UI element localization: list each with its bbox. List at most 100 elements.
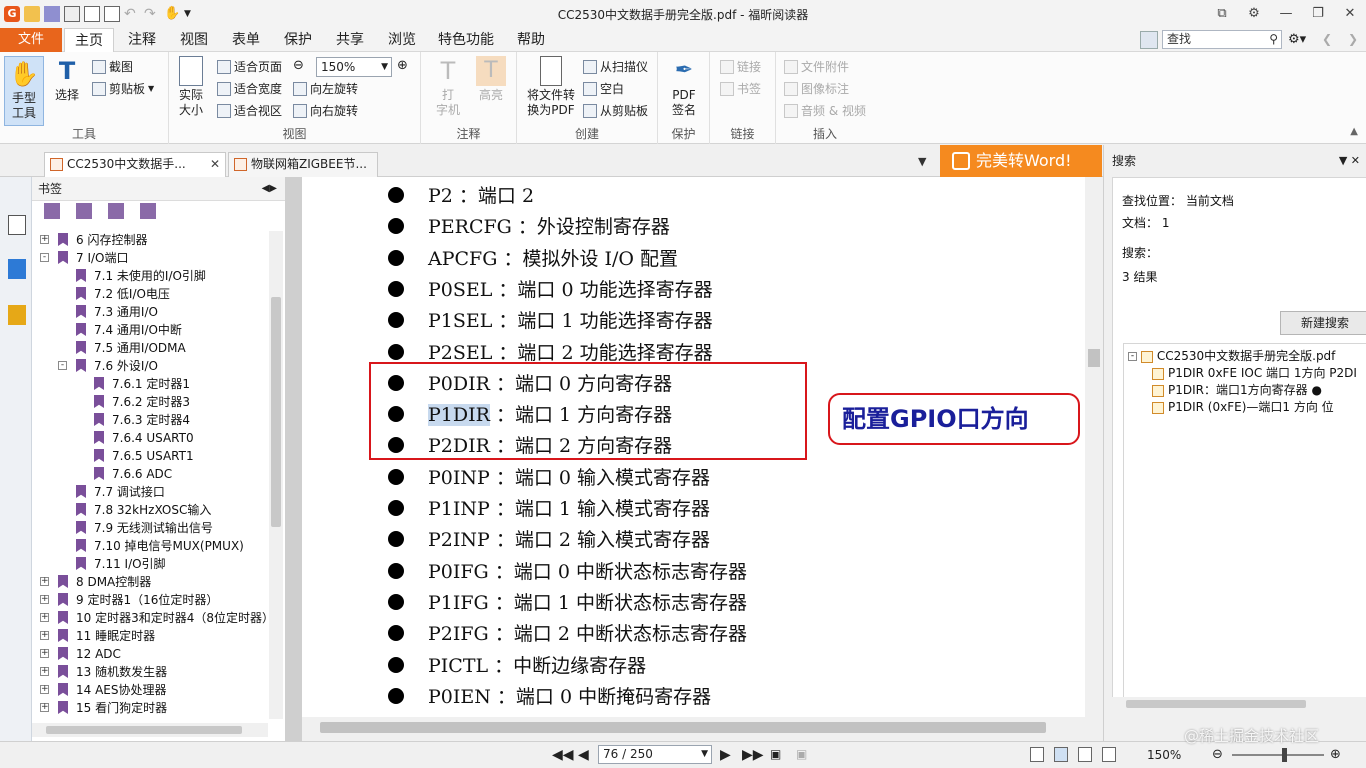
search-horizontal-scrollbar[interactable] (1112, 697, 1366, 711)
scroll-thumb[interactable] (46, 726, 242, 734)
zoom-out-icon[interactable]: ⊖ (293, 58, 304, 73)
actual-size-button[interactable]: 实际 大小 (173, 56, 209, 118)
bookmarks-panel-icon[interactable] (8, 215, 26, 235)
single-page-view-icon[interactable] (1030, 747, 1044, 762)
bookmark-item[interactable]: 7.6.2 定时器3 (32, 393, 268, 411)
tab-share[interactable]: 共享 (326, 28, 374, 52)
scroll-thumb[interactable] (1126, 700, 1306, 708)
scroll-thumb[interactable] (271, 297, 281, 527)
previous-view-icon[interactable]: ▣ (770, 747, 781, 761)
bookmark-item[interactable]: 7.6.3 定时器4 (32, 411, 268, 429)
expand-toggle-icon[interactable]: + (40, 649, 49, 658)
from-clipboard-button[interactable]: 从剪贴板 (583, 102, 648, 120)
zoom-slider[interactable] (1232, 748, 1324, 762)
restore-icon[interactable]: ⧉ (1206, 0, 1238, 28)
continuous-facing-view-icon[interactable] (1102, 747, 1116, 762)
print-icon[interactable] (64, 6, 80, 22)
snapshot-button[interactable]: 截图 (92, 58, 133, 76)
bookmark-item[interactable]: +14 AES协处理器 (32, 681, 268, 699)
goto-bookmark-icon[interactable] (108, 203, 124, 219)
collapse-ribbon-icon[interactable]: ▲ (1350, 126, 1358, 137)
bookmark-item[interactable]: +8 DMA控制器 (32, 573, 268, 591)
nav-back-icon[interactable]: ❮ (1322, 32, 1332, 46)
settings-icon[interactable]: ⚙ (1238, 0, 1270, 28)
image-annotation-button[interactable]: 图像标注 (784, 80, 849, 98)
doc-tab-zigbee[interactable]: 物联网箱ZIGBEE节... (228, 152, 378, 177)
from-scanner-button[interactable]: 从扫描仪 (583, 58, 648, 76)
hand-tool-small-icon[interactable]: ✋ (164, 6, 180, 22)
zoom-out-icon[interactable]: ⊖ (1212, 747, 1223, 762)
bookmark-item[interactable]: +10 定时器3和定时器4（8位定时器） (32, 609, 268, 627)
expand-toggle-icon[interactable]: + (40, 577, 49, 586)
doc-tab-cc2530[interactable]: CC2530中文数据手... ✕ (44, 152, 226, 177)
file-menu-button[interactable]: 文件 (0, 28, 62, 52)
tabs-dropdown-icon[interactable]: ▼ (918, 155, 926, 168)
page-number-input[interactable]: 76 / 250 ▼ (598, 745, 712, 764)
bookmark-vertical-scrollbar[interactable] (269, 231, 283, 719)
customize-toolbar-icon[interactable]: ▼ (184, 9, 191, 19)
bookmark-item[interactable]: +15 看门狗定时器 (32, 699, 268, 717)
collapse-toggle-icon[interactable]: - (1128, 352, 1137, 361)
comments-panel-icon[interactable] (8, 305, 26, 325)
tab-comment[interactable]: 注释 (118, 28, 166, 52)
bookmark-item[interactable]: 7.10 掉电信号MUX(PMUX) (32, 537, 268, 555)
bookmark-item[interactable]: 7.7 调试接口 (32, 483, 268, 501)
expand-toggle-icon[interactable]: + (40, 613, 49, 622)
expand-bookmark-icon[interactable] (44, 203, 60, 219)
panel-collapse-icon[interactable]: ◀▶ (262, 177, 277, 201)
file-attachment-button[interactable]: 文件附件 (784, 58, 849, 76)
add-bookmark-icon[interactable] (76, 203, 92, 219)
app-logo-icon[interactable]: G (4, 6, 20, 22)
clipboard-button[interactable]: 剪贴板 ▼ (92, 80, 154, 98)
scroll-thumb[interactable] (1088, 349, 1100, 367)
tab-view[interactable]: 视图 (170, 28, 218, 52)
collapse-toggle-icon[interactable]: - (58, 361, 67, 370)
next-view-icon[interactable]: ▣ (796, 747, 807, 761)
bookmark-item[interactable]: +6 闪存控制器 (32, 231, 268, 249)
minimize-icon[interactable]: — (1270, 0, 1302, 28)
scroll-thumb[interactable] (320, 722, 1046, 733)
bookmark-item[interactable]: 7.6.5 USART1 (32, 447, 268, 465)
bookmark-item[interactable]: 7.6.6 ADC (32, 465, 268, 483)
link-button[interactable]: 链接 (720, 58, 761, 76)
close-icon[interactable]: ✕ (1334, 0, 1366, 28)
undo-icon[interactable]: ↶ (124, 6, 140, 22)
bookmark-horizontal-scrollbar[interactable] (32, 723, 268, 737)
expand-toggle-icon[interactable]: + (40, 631, 49, 640)
document-vertical-scrollbar[interactable] (1085, 177, 1103, 717)
select-tool-button[interactable]: T 选择 (50, 56, 84, 103)
first-page-icon[interactable]: ◀◀ (552, 747, 574, 763)
bookmark-item[interactable]: 7.11 I/O引脚 (32, 555, 268, 573)
bookmark-item[interactable]: 7.2 低I/O电压 (32, 285, 268, 303)
expand-toggle-icon[interactable]: + (40, 703, 49, 712)
expand-toggle-icon[interactable]: + (40, 685, 49, 694)
bookmark-item[interactable]: 7.4 通用I/O中断 (32, 321, 268, 339)
bookmark-item[interactable]: 7.5 通用I/ODMA (32, 339, 268, 357)
document-horizontal-scrollbar[interactable] (302, 717, 1085, 739)
expand-toggle-icon[interactable]: + (40, 595, 49, 604)
bookmark-item[interactable]: - 7 I/O端口 (32, 249, 268, 267)
collapse-toggle-icon[interactable]: - (40, 253, 49, 262)
fit-width-button[interactable]: 适合宽度 (217, 80, 282, 98)
expand-toggle-icon[interactable]: + (40, 667, 49, 676)
search-mode-icon[interactable] (1140, 31, 1158, 49)
search-result-item[interactable]: P1DIR (0xFE)—端口1 方向 位 (1152, 399, 1334, 415)
new-search-button[interactable]: 新建搜索 (1280, 311, 1366, 335)
bookmark-item[interactable]: 7.6.4 USART0 (32, 429, 268, 447)
pdf-sign-button[interactable]: ✒ PDF 签名 (666, 56, 702, 118)
zoom-in-icon[interactable]: ⊕ (1330, 747, 1341, 762)
next-page-icon[interactable]: ▶ (720, 747, 731, 763)
typewriter-button[interactable]: T 打 字机 (429, 56, 467, 118)
continuous-view-icon[interactable] (1054, 747, 1068, 762)
save-icon[interactable] (44, 6, 60, 22)
bookmark-item[interactable]: +9 定时器1（16位定时器） (32, 591, 268, 609)
close-tab-icon[interactable]: ✕ (210, 153, 220, 176)
bookmark-properties-icon[interactable] (140, 203, 156, 219)
rotate-right-button[interactable]: 向右旋转 (293, 102, 358, 120)
find-input[interactable]: 查找 ⚲ (1162, 30, 1282, 49)
bookmark-item[interactable]: 7.1 未使用的I/O引脚 (32, 267, 268, 285)
tab-home[interactable]: 主页 (64, 28, 114, 53)
convert-to-pdf-button[interactable]: 将文件转 换为PDF (521, 56, 581, 118)
tab-protect[interactable]: 保护 (274, 28, 322, 52)
panel-splitter[interactable] (286, 177, 302, 743)
